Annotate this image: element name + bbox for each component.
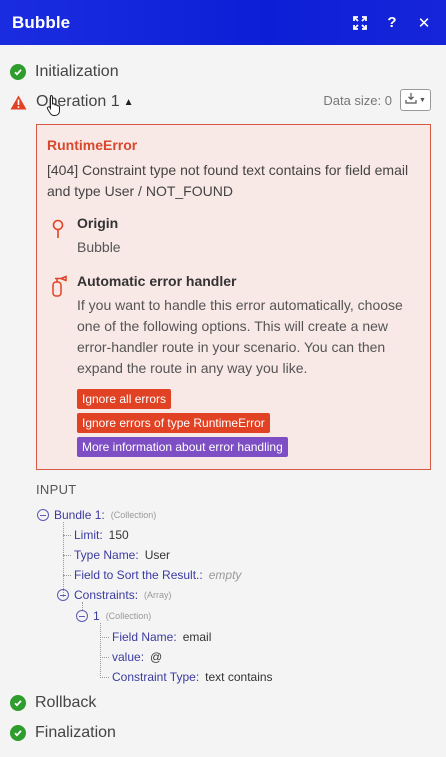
collapse-icon[interactable] bbox=[37, 509, 49, 521]
module-title: Bubble bbox=[12, 12, 71, 32]
field-value: @ bbox=[150, 650, 163, 664]
collapse-icon[interactable] bbox=[76, 610, 88, 622]
origin-value: Bubble bbox=[77, 239, 121, 255]
mouse-cursor-icon bbox=[46, 94, 62, 121]
constraint-item-node[interactable]: 1 (Collection) bbox=[76, 609, 151, 623]
download-button[interactable]: ▼ bbox=[400, 89, 431, 111]
expand-icon[interactable] bbox=[350, 13, 370, 33]
tree-connector bbox=[100, 677, 109, 678]
field-key: Limit: bbox=[74, 528, 103, 542]
field-value: User bbox=[144, 548, 171, 562]
tree-connector bbox=[63, 575, 71, 576]
field-value: empty bbox=[208, 568, 242, 582]
data-size-label: Data size: 0 bbox=[323, 93, 392, 108]
constraints-node[interactable]: Constraints: (Array) bbox=[57, 588, 172, 602]
success-check-icon bbox=[10, 695, 26, 711]
error-message: [404] Constraint type not found text con… bbox=[47, 162, 409, 199]
node-key: 1 bbox=[93, 609, 100, 623]
bundle-node[interactable]: Bundle 1: (Collection) bbox=[37, 508, 156, 522]
step-operation[interactable]: Operation 1 ▲ bbox=[10, 93, 134, 111]
field-name-field: Field Name: email bbox=[112, 630, 211, 644]
chevron-down-icon: ▼ bbox=[419, 96, 426, 104]
field-value: 150 bbox=[108, 528, 129, 542]
value-field: value: @ bbox=[112, 650, 162, 664]
node-type: (Array) bbox=[144, 590, 172, 600]
header-actions: ? ✕ bbox=[350, 13, 434, 33]
download-icon bbox=[405, 91, 417, 109]
step-label: Rollback bbox=[35, 694, 97, 711]
limit-field: Limit: 150 bbox=[74, 528, 129, 542]
node-type: (Collection) bbox=[105, 611, 152, 621]
ignore-runtime-errors-button[interactable]: Ignore errors of type RuntimeError bbox=[77, 413, 270, 433]
field-key: Constraint Type: bbox=[112, 670, 200, 684]
module-header: Bubble ? ✕ bbox=[0, 0, 446, 45]
error-panel: RuntimeError [404] Constraint type not f… bbox=[36, 124, 431, 470]
field-value: text contains bbox=[205, 670, 273, 684]
error-handling-info-button[interactable]: More information about error handling bbox=[77, 437, 288, 457]
field-key: value: bbox=[112, 650, 145, 664]
handler-title: Automatic error handler bbox=[77, 273, 237, 289]
step-rollback[interactable]: Rollback bbox=[10, 694, 96, 712]
close-button[interactable]: ✕ bbox=[414, 13, 434, 33]
warning-icon bbox=[10, 94, 27, 110]
step-finalization[interactable]: Finalization bbox=[10, 724, 116, 742]
node-type: (Collection) bbox=[110, 510, 157, 520]
step-label: Initialization bbox=[35, 63, 119, 80]
tree-connector bbox=[63, 555, 71, 556]
tree-connector bbox=[100, 637, 109, 638]
caret-up-icon[interactable]: ▲ bbox=[124, 97, 134, 108]
tree-connector bbox=[100, 623, 101, 678]
field-value: email bbox=[182, 630, 212, 644]
sort-field: Field to Sort the Result.: empty bbox=[74, 568, 241, 582]
field-key: Type Name: bbox=[74, 548, 139, 562]
node-key: Constraints: bbox=[74, 588, 139, 602]
field-key: Field Name: bbox=[112, 630, 177, 644]
step-label: Finalization bbox=[35, 724, 116, 741]
tree-connector bbox=[100, 657, 109, 658]
type-name-field: Type Name: User bbox=[74, 548, 170, 562]
tree-connector bbox=[63, 535, 71, 536]
success-check-icon bbox=[10, 64, 26, 80]
ignore-all-errors-button[interactable]: Ignore all errors bbox=[77, 389, 172, 409]
error-title: RuntimeError bbox=[47, 137, 138, 153]
tree-connector bbox=[63, 522, 64, 597]
origin-title: Origin bbox=[77, 215, 119, 231]
step-initialization[interactable]: Initialization bbox=[10, 63, 119, 81]
input-section-label: INPUT bbox=[36, 482, 77, 497]
origin-icon bbox=[51, 219, 65, 244]
success-check-icon bbox=[10, 725, 26, 741]
handler-text: If you want to handle this error automat… bbox=[77, 297, 403, 376]
constraint-type-field: Constraint Type: text contains bbox=[112, 670, 273, 684]
field-key: Field to Sort the Result.: bbox=[74, 568, 203, 582]
fire-extinguisher-icon bbox=[49, 275, 69, 302]
collapse-icon[interactable] bbox=[57, 589, 69, 601]
node-key: Bundle 1: bbox=[54, 508, 105, 522]
help-button[interactable]: ? bbox=[382, 13, 402, 33]
